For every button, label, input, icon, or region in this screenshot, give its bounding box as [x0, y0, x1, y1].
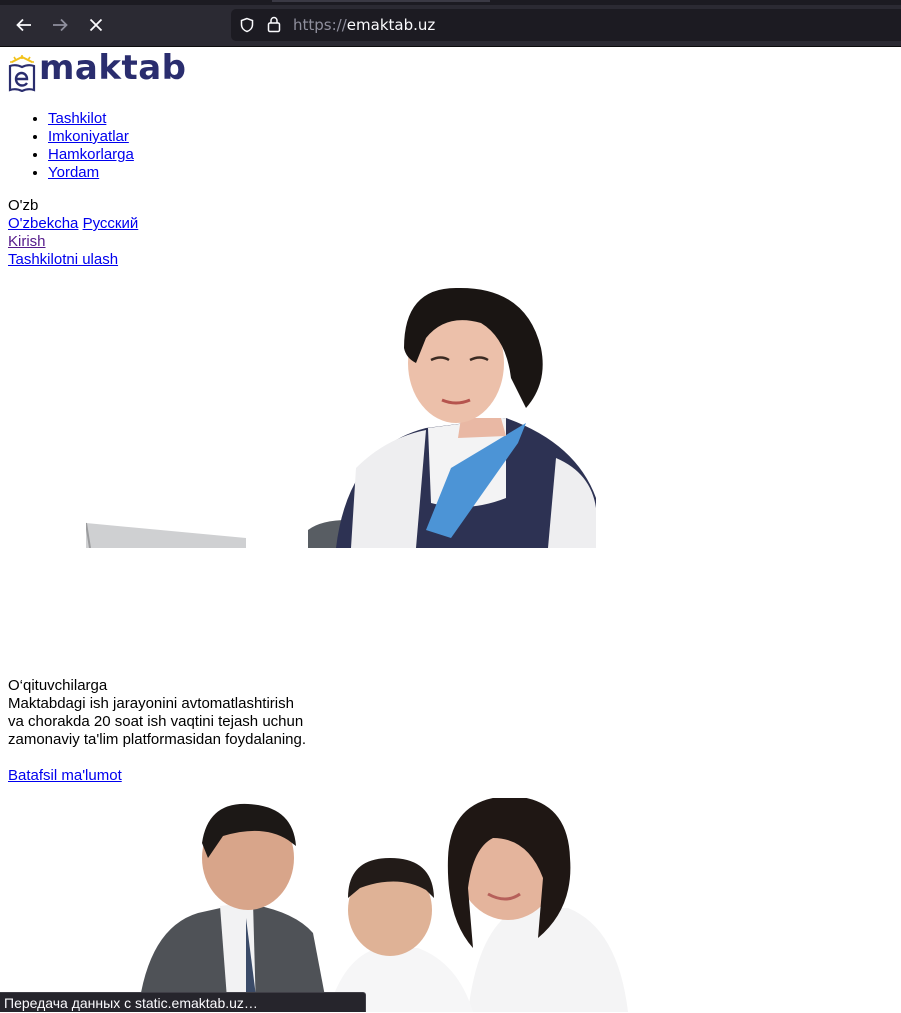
url-scheme: https:// [293, 16, 347, 34]
teachers-text-line-2: va chorakda 20 soat ish vaqtini tejash u… [8, 713, 304, 730]
address-bar[interactable]: https://emaktab.uz [231, 9, 901, 41]
teachers-text-line-1: Maktabdagi ish jarayonini avtomatlashtir… [8, 695, 294, 712]
language-option-uzbek[interactable]: O'zbekcha [8, 215, 78, 232]
tab-strip [0, 0, 901, 5]
main-nav: Tashkilot Imkoniyatlar Hamkorlarga Yorda… [0, 110, 134, 182]
nav-link-hamkorlarga[interactable]: Hamkorlarga [48, 146, 134, 163]
nav-link-imkoniyatlar[interactable]: Imkoniyatlar [48, 128, 129, 145]
register-wrapper: Tashkilotni ulash [8, 251, 118, 269]
teachers-text-line-3: zamonaviy ta'lim platformasidan foydalan… [8, 731, 307, 748]
teacher-hero-image [86, 287, 596, 548]
nav-link-yordam[interactable]: Yordam [48, 164, 99, 181]
url-host: emaktab.uz [346, 16, 436, 34]
nav-item-hamkorlarga: Hamkorlarga [48, 146, 134, 164]
teachers-title: O‘qituvchilarga [8, 677, 108, 694]
lock-icon[interactable] [267, 16, 281, 33]
arrow-right-icon [53, 18, 68, 32]
login-wrapper: Kirish [8, 233, 46, 251]
back-button[interactable] [9, 10, 39, 40]
nav-item-tashkilot: Tashkilot [48, 110, 134, 128]
close-icon [89, 18, 103, 32]
login-link[interactable]: Kirish [8, 233, 46, 250]
e-book-icon [8, 55, 36, 92]
browser-toolbar: https://emaktab.uz [0, 0, 901, 47]
logo-text: maktab [39, 48, 187, 88]
url-text[interactable]: https://emaktab.uz [293, 16, 435, 34]
nav-item-yordam: Yordam [48, 164, 134, 182]
language-options: O'zbekcha Русский [8, 215, 138, 233]
logo-link[interactable]: maktab [8, 48, 186, 92]
nav-item-imkoniyatlar: Imkoniyatlar [48, 128, 134, 146]
shield-icon[interactable] [239, 17, 255, 33]
stop-button[interactable] [81, 10, 111, 40]
teachers-section: O‘qituvchilarga Maktabdagi ish jarayonin… [8, 677, 408, 749]
status-bar: Передача данных с static.emaktab.uz… [0, 992, 366, 1012]
active-tab-edge[interactable] [272, 0, 490, 2]
register-organization-link[interactable]: Tashkilotni ulash [8, 251, 118, 268]
page-content: maktab Tashkilot Imkoniyatlar Hamkorlarg… [0, 46, 901, 1012]
language-current[interactable]: O'zb [8, 197, 38, 215]
more-info-link[interactable]: Batafsil ma'lumot [8, 767, 122, 784]
forward-button[interactable] [45, 10, 75, 40]
arrow-left-icon [16, 18, 31, 32]
language-option-russian[interactable]: Русский [83, 215, 139, 232]
more-info-wrapper: Batafsil ma'lumot [8, 767, 122, 785]
family-hero-image [138, 798, 628, 1012]
nav-link-tashkilot[interactable]: Tashkilot [48, 110, 106, 127]
